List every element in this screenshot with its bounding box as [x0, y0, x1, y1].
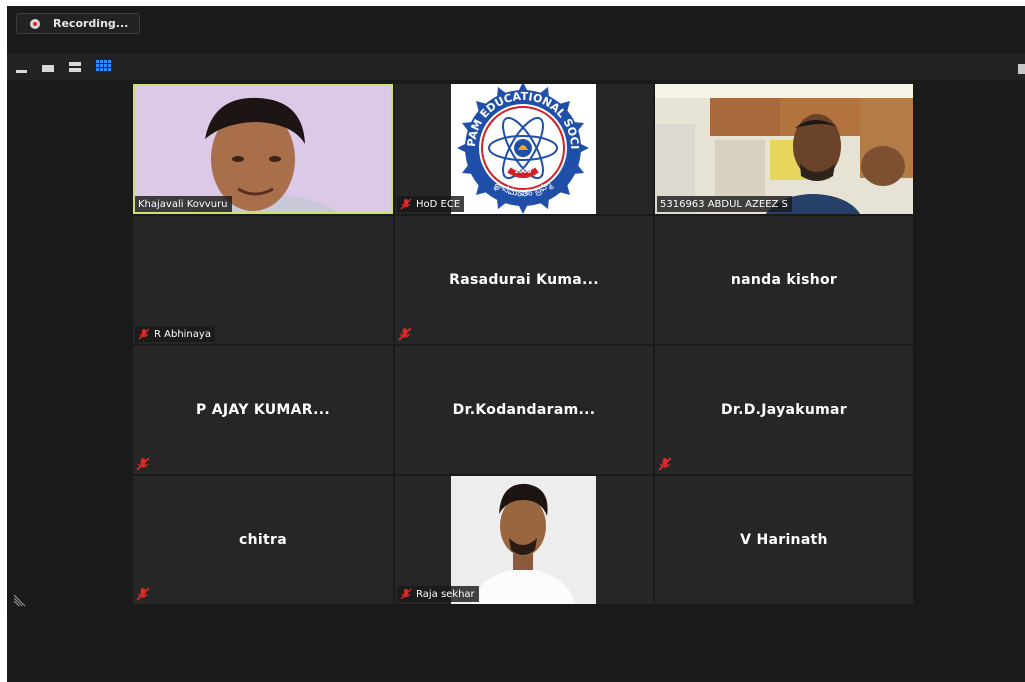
speaker-view-button[interactable] — [41, 54, 59, 78]
participant-display-name: chitra — [239, 532, 287, 548]
participant-video — [451, 476, 596, 604]
muted-mic-icon — [400, 198, 412, 210]
name-tag: HoD ECE — [397, 196, 465, 212]
recording-label: Recording... — [53, 17, 129, 30]
name-tag: Raja sekhar — [397, 586, 479, 602]
name-tag: Khajavali Kovvuru — [135, 196, 232, 212]
participant-tile-khajavali[interactable]: Khajavali Kovvuru — [133, 84, 393, 214]
participant-name: 5316963 ABDUL AZEEZ S — [660, 198, 788, 210]
gallery-grid: Khajavali Kovvuru 2000 PAM EDUCATIONAL S… — [7, 80, 1018, 615]
meeting-window: Recording... Khajavali Kovvuru 2000 PAM … — [7, 6, 1025, 682]
participant-display-name: P AJAY KUMAR... — [196, 402, 330, 418]
minimize-view-button[interactable] — [14, 54, 32, 78]
society-logo: 2000 KUPPAM EDUCATIONAL SOCIETY జ్ఞానమంత… — [451, 84, 596, 214]
participant-display-name: Dr.Kodandaram... — [452, 402, 596, 418]
muted-mic-icon — [658, 457, 672, 471]
participant-name: R Abhinaya — [154, 328, 211, 340]
strip-view-button[interactable] — [68, 54, 86, 78]
scroll-handle[interactable] — [1018, 64, 1025, 74]
participant-tile-hod-ece[interactable]: 2000 KUPPAM EDUCATIONAL SOCIETY జ్ఞానమంత… — [395, 84, 653, 214]
participant-name: Khajavali Kovvuru — [138, 198, 228, 210]
participant-display-name: V Harinath — [740, 532, 828, 548]
muted-mic-icon — [400, 588, 412, 600]
participant-tile-kodandaram[interactable]: Dr.Kodandaram... — [395, 346, 653, 474]
participant-display-name: Dr.D.Jayakumar — [720, 402, 847, 418]
muted-mic-icon — [138, 328, 150, 340]
resize-grip-icon[interactable] — [12, 594, 26, 608]
logo-year: 2000 — [515, 168, 532, 175]
participant-video — [655, 84, 913, 214]
gallery-view-button[interactable] — [95, 54, 113, 78]
top-bar: Recording... — [7, 6, 1025, 50]
name-tag: R Abhinaya — [135, 326, 215, 342]
name-tag: 5316963 ABDUL AZEEZ S — [657, 196, 792, 212]
participant-tile-abdul-azeez[interactable]: 5316963 ABDUL AZEEZ S — [655, 84, 913, 214]
participant-tile-chitra[interactable]: chitra — [133, 476, 393, 604]
participant-video — [133, 84, 393, 214]
participant-display-name: Rasadurai Kuma... — [449, 272, 599, 288]
participant-tile-nanda-kishor[interactable]: nanda kishor — [655, 216, 913, 344]
recording-indicator[interactable]: Recording... — [16, 13, 140, 34]
participant-tile-rasadurai[interactable]: Rasadurai Kuma... — [395, 216, 653, 344]
participant-name: HoD ECE — [416, 198, 461, 210]
muted-mic-icon — [136, 457, 150, 471]
participant-tile-ajay-kumar[interactable]: P AJAY KUMAR... — [133, 346, 393, 474]
participant-tile-r-abhinaya[interactable]: R Abhinaya — [133, 216, 393, 344]
participant-tile-v-harinath[interactable]: V Harinath — [655, 476, 913, 604]
bottom-panel — [7, 615, 1025, 682]
participant-name: Raja sekhar — [416, 588, 475, 600]
participant-tile-raja-sekhar[interactable]: Raja sekhar — [395, 476, 653, 604]
muted-mic-icon — [136, 587, 150, 601]
view-toolbar — [7, 54, 1025, 80]
record-icon — [30, 18, 40, 29]
muted-mic-icon — [398, 327, 412, 341]
participant-tile-jayakumar[interactable]: Dr.D.Jayakumar — [655, 346, 913, 474]
participant-display-name: nanda kishor — [730, 272, 838, 288]
